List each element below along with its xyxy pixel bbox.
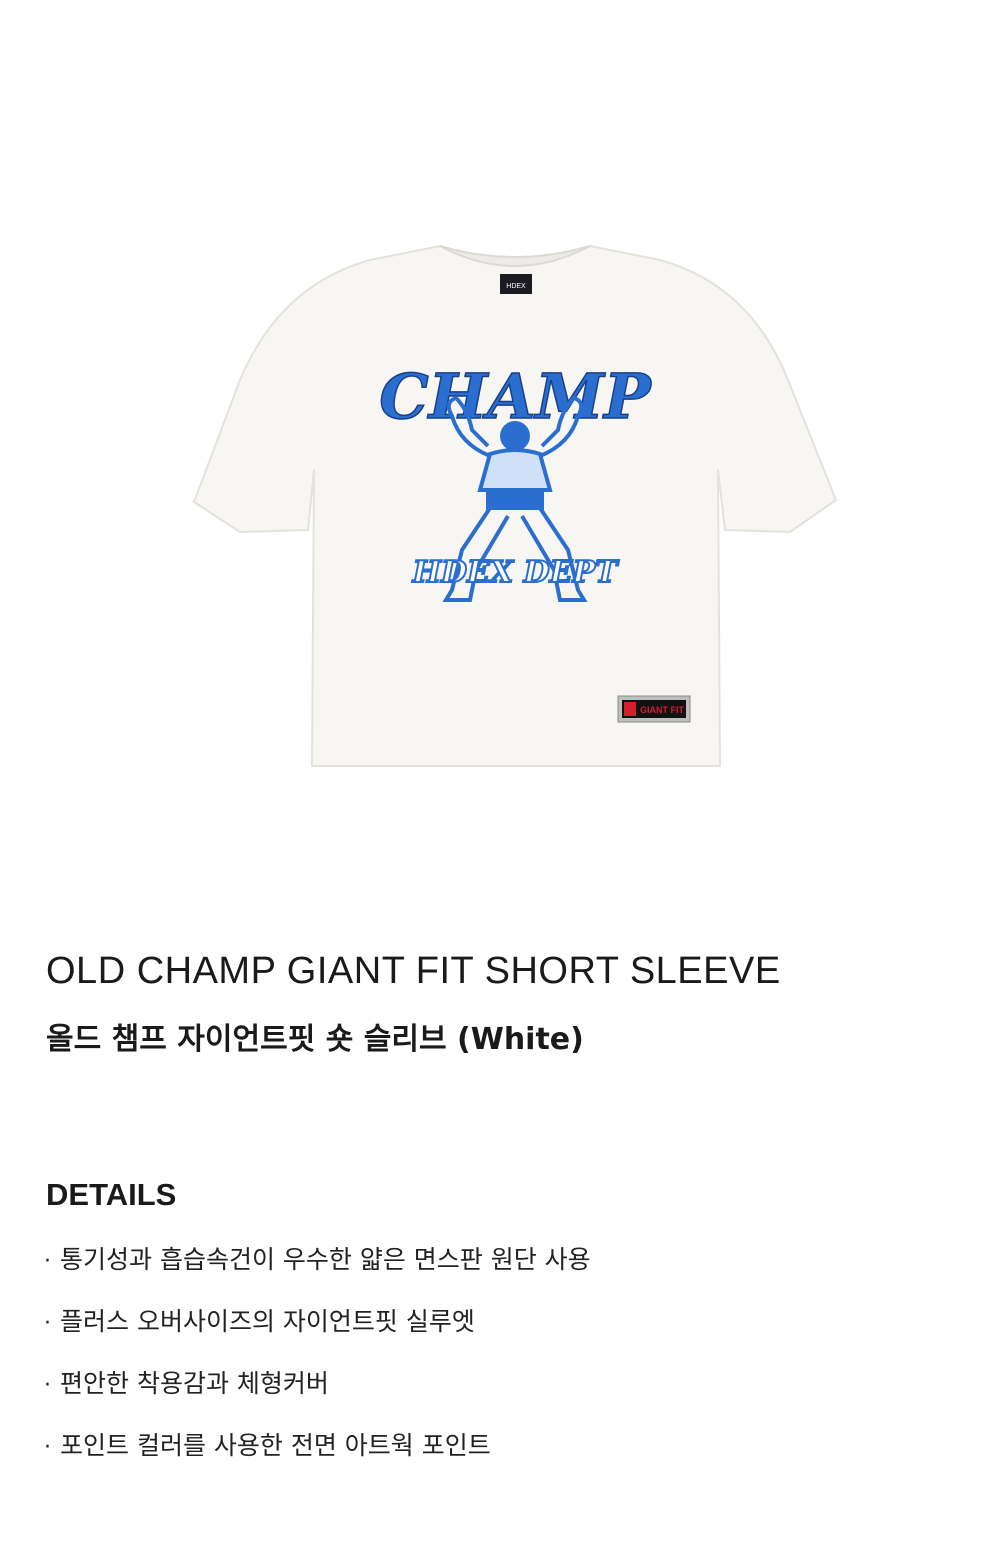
list-item: · 편안한 착용감과 체형커버 [44, 1367, 591, 1429]
details-heading: DETAILS [46, 1177, 177, 1212]
list-item: · 플러스 오버사이즈의 자이언트핏 실루엣 [44, 1305, 591, 1367]
list-item: · 통기성과 흡습속건이 우수한 얇은 면스판 원단 사용 [44, 1243, 591, 1305]
product-title-en: OLD CHAMP GIANT FIT SHORT SLEEVE [46, 950, 781, 992]
tshirt-illustration: HDEX CHAMP HDEX DEPT GIANT FIT [192, 244, 838, 767]
product-title-ko: 올드 챔프 자이언트핏 숏 슬리브 (White) [46, 1022, 584, 1057]
bullet: · [44, 1373, 51, 1398]
list-item: · 포인트 컬러를 사용한 전면 아트웍 포인트 [44, 1429, 591, 1491]
neck-label-text: HDEX [506, 283, 526, 290]
details-list: · 통기성과 흡습속건이 우수한 얇은 면스판 원단 사용 · 플러스 오버사이즈의… [44, 1243, 591, 1491]
bullet: · [44, 1435, 51, 1460]
bullet: · [44, 1311, 51, 1336]
bullet: · [44, 1249, 51, 1274]
detail-text: 포인트 컬러를 사용한 전면 아트웍 포인트 [60, 1431, 491, 1460]
product-image: HDEX CHAMP HDEX DEPT GIANT FIT [0, 0, 1000, 900]
detail-text: 편안한 착용감과 체형커버 [60, 1369, 329, 1398]
hem-patch-text: GIANT FIT [640, 705, 684, 715]
print-bottom-text: HDEX DEPT [412, 555, 620, 590]
detail-text: 플러스 오버사이즈의 자이언트핏 실루엣 [60, 1307, 475, 1336]
detail-text: 통기성과 흡습속건이 우수한 얇은 면스판 원단 사용 [60, 1245, 591, 1274]
